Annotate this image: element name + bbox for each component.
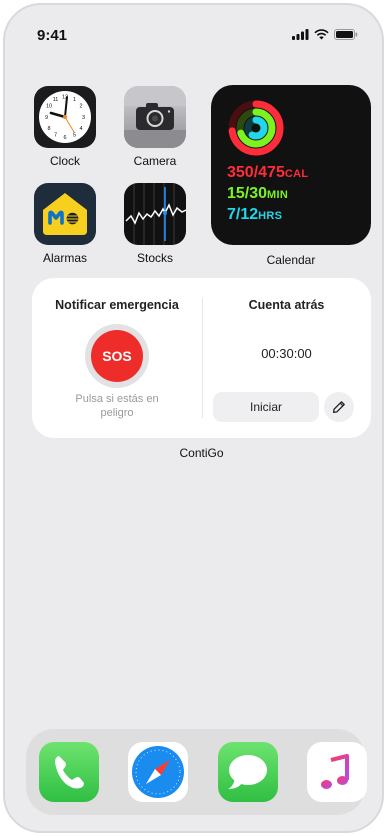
svg-text:4: 4 — [79, 126, 82, 132]
alarmas-label: Alarmas — [42, 251, 87, 265]
camera-app[interactable]: Camera — [121, 86, 189, 168]
svg-text:5: 5 — [73, 133, 76, 139]
sos-hint: Pulsa si estás en peligro — [75, 393, 159, 419]
activity-rings-icon — [228, 100, 284, 156]
activity-widget-label: Calendar — [266, 253, 316, 267]
stand-stat: 7/12HRS — [227, 206, 283, 223]
clock-app[interactable]: 12 1 2 345 678 9 10 11 Clock — [31, 86, 99, 168]
wifi-icon — [314, 29, 329, 40]
contigo-widget-label: ContiGo — [179, 446, 224, 460]
svg-text:10: 10 — [46, 104, 52, 110]
stocks-app[interactable]: Stocks — [121, 183, 189, 265]
battery-icon — [334, 29, 358, 40]
dock-music-app[interactable] — [307, 742, 367, 802]
dock-phone-app[interactable] — [39, 742, 99, 802]
dock-safari-app[interactable] — [128, 742, 188, 802]
compass-icon — [132, 746, 184, 798]
countdown-time: 00:30:00 — [261, 346, 312, 361]
emergency-title: Notificar emergencia — [55, 298, 179, 312]
home-screen: 9:41 12 1 2 345 678 9 10 11 Clock Camera… — [3, 3, 384, 833]
sos-button[interactable]: SOS — [91, 330, 143, 382]
status-time: 9:41 — [37, 27, 68, 44]
move-stat: 350/475CAL — [227, 164, 309, 181]
phone-icon — [55, 756, 84, 789]
dock-messages-app[interactable] — [218, 742, 278, 802]
svg-text:8: 8 — [47, 126, 50, 132]
svg-text:11: 11 — [53, 97, 59, 103]
svg-text:2: 2 — [79, 104, 82, 110]
music-note-icon — [321, 754, 349, 789]
svg-text:7: 7 — [54, 133, 57, 139]
camera-label: Camera — [133, 154, 177, 168]
speech-bubble-icon — [228, 755, 267, 789]
svg-text:6: 6 — [63, 135, 66, 141]
svg-text:9: 9 — [45, 115, 48, 121]
dock — [26, 729, 367, 815]
contigo-widget: Notificar emergencia SOS Pulsa si estás … — [32, 278, 371, 438]
clock-label: Clock — [49, 154, 80, 168]
start-countdown-button[interactable]: Iniciar — [213, 392, 319, 422]
camera-icon — [124, 86, 186, 148]
signal-icon — [292, 29, 309, 40]
status-icons — [292, 29, 358, 40]
movistar-alarm-icon — [34, 183, 96, 245]
svg-text:3: 3 — [82, 115, 85, 121]
stocks-chart-icon — [124, 183, 186, 245]
svg-text:1: 1 — [73, 97, 76, 103]
exercise-stat: 15/30MIN — [227, 185, 289, 202]
edit-countdown-button[interactable] — [324, 392, 354, 422]
countdown-title: Cuenta atrás — [248, 298, 325, 312]
clock-icon: 12 1 2 345 678 9 10 11 — [34, 86, 96, 148]
activity-widget[interactable]: 350/475CAL 15/30MIN 7/12HRS — [211, 85, 371, 245]
pencil-icon — [332, 401, 345, 414]
sos-ring: SOS — [85, 324, 149, 388]
activity-stats: 350/475CAL 15/30MIN 7/12HRS — [227, 163, 308, 226]
alarmas-app[interactable]: Alarmas — [31, 183, 99, 265]
stocks-label: Stocks — [136, 251, 173, 265]
